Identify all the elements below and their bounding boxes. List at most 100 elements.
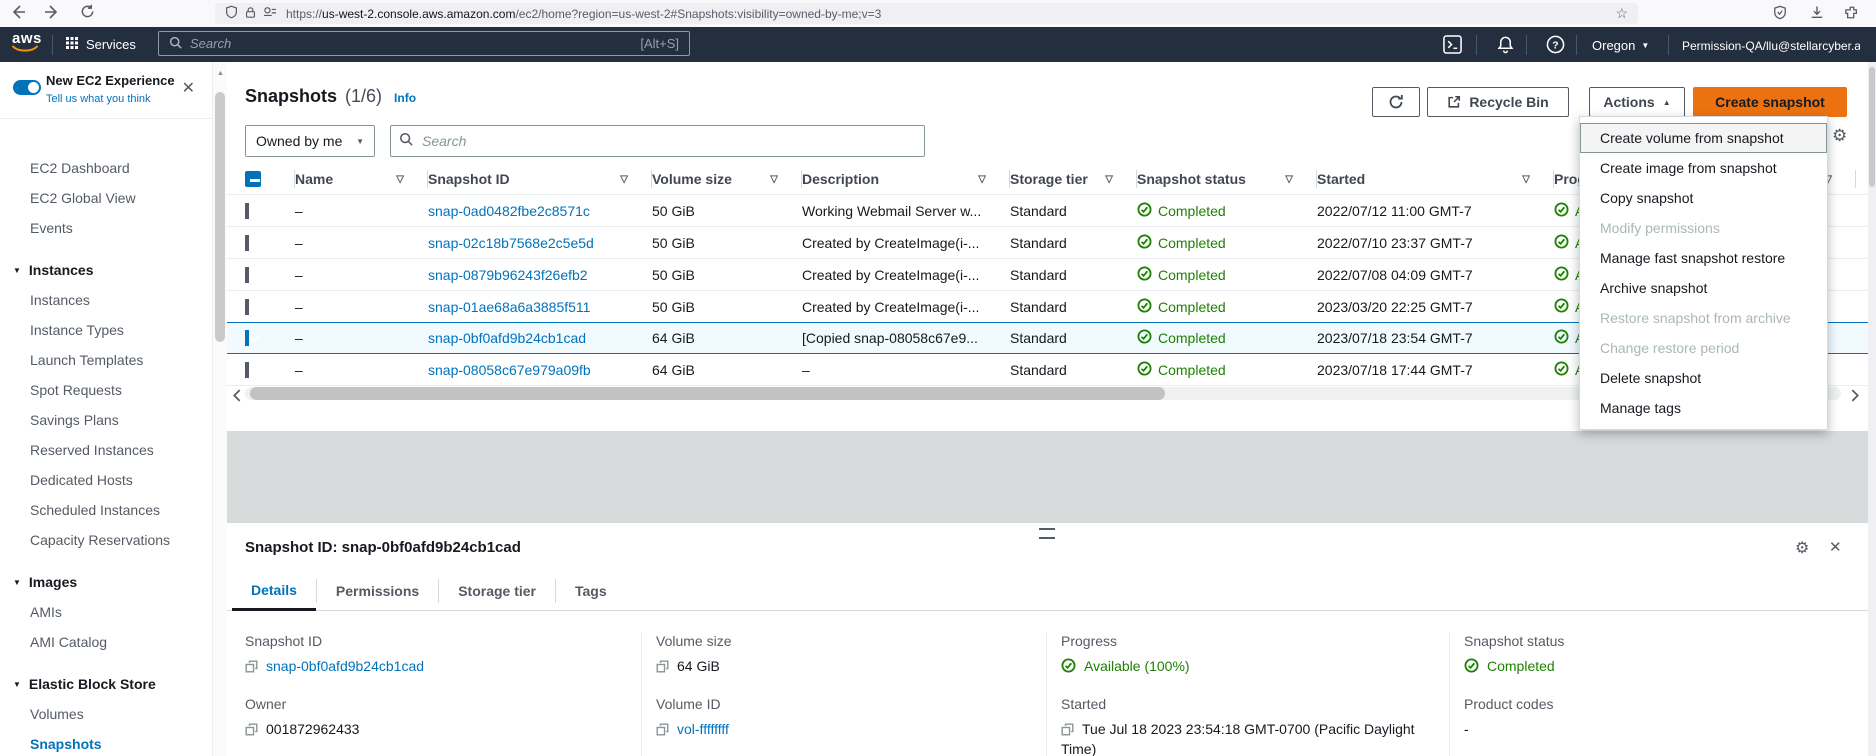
filter-funnel-icon[interactable]: ▽ xyxy=(978,174,986,185)
sidebar-item-scheduled-instances[interactable]: Scheduled Instances xyxy=(0,495,212,525)
row-checkbox[interactable] xyxy=(245,362,249,378)
sidebar-item-ec2-dashboard[interactable]: EC2 Dashboard xyxy=(0,153,212,183)
snapshot-id-link[interactable]: snap-02c18b7568e2c5e5d xyxy=(428,235,594,251)
menu-item-copy-snapshot[interactable]: Copy snapshot xyxy=(1580,183,1827,213)
sidebar-scrollbar[interactable]: ▲ xyxy=(212,62,227,756)
url-bar[interactable]: https://us-west-2.console.aws.amazon.com… xyxy=(215,3,1638,24)
account-menu[interactable]: Permission-QA/llu@stellarcyber.ai xyxy=(1682,39,1860,53)
column-header-snapshot-status[interactable]: Snapshot status▽ xyxy=(1137,163,1317,195)
notifications-bell-icon[interactable] xyxy=(1496,35,1515,59)
actions-button[interactable]: Actions▲ xyxy=(1589,87,1685,117)
help-icon[interactable]: ? xyxy=(1546,35,1565,59)
page-scrollbar[interactable] xyxy=(1868,62,1876,756)
snapshot-id-link[interactable]: snap-0bf0afd9b24cb1cad xyxy=(428,330,586,346)
lock-icon[interactable] xyxy=(245,6,256,22)
cloudshell-icon[interactable] xyxy=(1443,35,1462,59)
sidebar-item-instances[interactable]: Instances xyxy=(0,285,212,315)
snapshot-id-link[interactable]: snap-0879b96243f26efb2 xyxy=(428,267,588,283)
column-header-description[interactable]: Description▽ xyxy=(802,163,1010,195)
scroll-up-arrow-icon[interactable]: ▲ xyxy=(217,70,224,77)
permissions-icon[interactable] xyxy=(263,6,277,21)
filter-funnel-icon[interactable]: ▽ xyxy=(396,174,404,185)
sidebar-item-spot-requests[interactable]: Spot Requests xyxy=(0,375,212,405)
column-header-storage-tier[interactable]: Storage tier▽ xyxy=(1010,163,1137,195)
snapshot-id-link[interactable]: snap-0ad0482fbe2c8571c xyxy=(428,203,590,219)
tab-details[interactable]: Details xyxy=(232,572,316,611)
aws-logo[interactable]: aws xyxy=(12,32,42,52)
horizontal-scrollbar-thumb[interactable] xyxy=(250,387,1165,400)
row-checkbox[interactable] xyxy=(245,235,249,251)
panel-settings-gear-icon[interactable]: ⚙ xyxy=(1795,538,1809,558)
sidebar-item-capacity-reservations[interactable]: Capacity Reservations xyxy=(0,525,212,555)
scroll-left-icon[interactable] xyxy=(232,389,243,407)
table-search[interactable] xyxy=(390,125,925,157)
shield-check-icon[interactable] xyxy=(1773,5,1787,25)
sidebar-item-instance-types[interactable]: Instance Types xyxy=(0,315,212,345)
copy-icon[interactable] xyxy=(656,721,677,737)
scroll-right-icon[interactable] xyxy=(1849,389,1860,407)
services-menu[interactable]: Services xyxy=(66,37,136,52)
copy-icon[interactable] xyxy=(656,658,677,674)
close-icon[interactable]: ✕ xyxy=(182,78,195,98)
sidebar-item-savings-plans[interactable]: Savings Plans xyxy=(0,405,212,435)
row-checkbox[interactable] xyxy=(245,299,249,315)
tab-permissions[interactable]: Permissions xyxy=(317,572,438,611)
copy-icon[interactable] xyxy=(245,658,266,674)
global-search[interactable]: Search [Alt+S] xyxy=(158,31,690,56)
sidebar-item-amis[interactable]: AMIs xyxy=(0,597,212,627)
panel-close-icon[interactable]: ✕ xyxy=(1829,538,1842,556)
copy-icon[interactable] xyxy=(1061,721,1082,737)
back-icon[interactable] xyxy=(10,4,26,20)
menu-item-delete-snapshot[interactable]: Delete snapshot xyxy=(1580,363,1827,393)
sidebar-section-images[interactable]: ▼Images xyxy=(0,567,212,597)
sidebar-item-launch-templates[interactable]: Launch Templates xyxy=(0,345,212,375)
menu-item-create-image-from-snapshot[interactable]: Create image from snapshot xyxy=(1580,153,1827,183)
forward-icon[interactable] xyxy=(44,4,60,20)
scrollbar-thumb[interactable] xyxy=(215,92,225,342)
info-link[interactable]: Info xyxy=(394,91,416,105)
menu-item-archive-snapshot[interactable]: Archive snapshot xyxy=(1580,273,1827,303)
recycle-bin-button[interactable]: Recycle Bin xyxy=(1427,87,1569,117)
filter-funnel-icon[interactable]: ▽ xyxy=(770,174,778,185)
sidebar-section-elastic-block-store[interactable]: ▼Elastic Block Store xyxy=(0,669,212,699)
refresh-button[interactable] xyxy=(1372,87,1420,117)
field-value-link[interactable]: snap-0bf0afd9b24cb1cad xyxy=(266,658,424,674)
filter-funnel-icon[interactable]: ▽ xyxy=(1522,174,1530,185)
filter-funnel-icon[interactable]: ▽ xyxy=(1105,174,1113,185)
column-header-started[interactable]: Started▽ xyxy=(1317,163,1554,195)
sidebar-section-instances[interactable]: ▼Instances xyxy=(0,255,212,285)
banner-feedback-link[interactable]: Tell us what you think xyxy=(46,93,151,105)
shield-icon[interactable] xyxy=(225,5,238,22)
row-checkbox[interactable] xyxy=(245,203,249,219)
row-checkbox[interactable] xyxy=(245,267,249,283)
row-checkbox[interactable] xyxy=(245,330,249,346)
tab-storage-tier[interactable]: Storage tier xyxy=(439,572,555,611)
column-header-snapshot-id[interactable]: Snapshot ID▽ xyxy=(428,163,652,195)
sidebar-item-events[interactable]: Events xyxy=(0,213,212,243)
tab-tags[interactable]: Tags xyxy=(556,572,626,611)
snapshot-id-link[interactable]: snap-01ae68a6a3885f511 xyxy=(428,299,590,315)
new-experience-toggle[interactable] xyxy=(13,80,41,95)
scrollbar-thumb[interactable] xyxy=(1869,67,1875,187)
filter-funnel-icon[interactable]: ▽ xyxy=(620,174,628,185)
table-search-input[interactable] xyxy=(420,132,916,150)
table-settings-gear-icon[interactable]: ⚙ xyxy=(1832,126,1847,146)
sidebar-item-dedicated-hosts[interactable]: Dedicated Hosts xyxy=(0,465,212,495)
sidebar-item-snapshots[interactable]: Snapshots xyxy=(0,729,212,756)
reload-icon[interactable] xyxy=(80,4,95,19)
copy-icon[interactable] xyxy=(245,721,266,737)
field-value-link[interactable]: vol-ffffffff xyxy=(677,721,729,737)
snapshot-id-link[interactable]: snap-08058c67e979a09fb xyxy=(428,362,591,378)
bookmark-star-icon[interactable]: ☆ xyxy=(1615,5,1628,22)
sidebar-item-ec2-global-view[interactable]: EC2 Global View xyxy=(0,183,212,213)
select-all-checkbox[interactable] xyxy=(245,171,261,187)
column-header-volume-size[interactable]: Volume size▽ xyxy=(652,163,802,195)
sidebar-item-reserved-instances[interactable]: Reserved Instances xyxy=(0,435,212,465)
column-header-name[interactable]: Name▽ xyxy=(295,163,428,195)
region-selector[interactable]: Oregon▼ xyxy=(1592,38,1649,53)
menu-item-manage-tags[interactable]: Manage tags xyxy=(1580,393,1827,423)
menu-item-manage-fast-snapshot-restore[interactable]: Manage fast snapshot restore xyxy=(1580,243,1827,273)
sidebar-item-volumes[interactable]: Volumes xyxy=(0,699,212,729)
panel-drag-handle-icon[interactable] xyxy=(1039,528,1055,539)
create-snapshot-button[interactable]: Create snapshot xyxy=(1693,87,1847,117)
